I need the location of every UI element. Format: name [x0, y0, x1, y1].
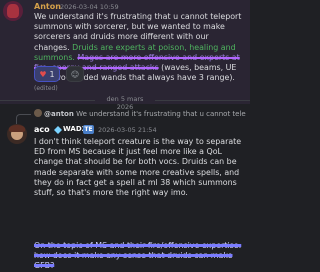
message-text: We understand it's frustrating that u ca…: [34, 12, 246, 95]
reply-connector: [16, 114, 31, 124]
date-divider: den 5 mars 2026: [0, 95, 250, 111]
edited-label: (edited): [34, 85, 58, 93]
reaction-count: 1: [49, 69, 55, 79]
avatar-anton[interactable]: [3, 1, 23, 21]
avatar-aco[interactable]: [7, 124, 27, 144]
heart-icon: ♥: [39, 69, 47, 79]
reaction-heart[interactable]: ♥ 1: [34, 66, 60, 82]
reply-author: @anton: [44, 110, 74, 118]
avatar-shape: [7, 4, 19, 18]
author-name[interactable]: Anton: [34, 2, 61, 11]
author-name[interactable]: aco: [34, 125, 50, 134]
add-reaction-icon: ☺: [70, 69, 80, 79]
message-timestamp: 2026-03-05 21:54: [98, 126, 157, 134]
message-text-struck: On the topic of MS and their fire/offens…: [34, 241, 242, 271]
message-text: I don't think teleport creature is the w…: [34, 137, 242, 198]
message-timestamp: 2026-03-04 10:59: [60, 3, 119, 11]
avatar-hair: [9, 125, 25, 132]
role-tag[interactable]: TE: [83, 125, 94, 134]
add-reaction-button[interactable]: ☺: [66, 66, 84, 82]
clan-badge-icon: [54, 126, 62, 134]
reply-preview[interactable]: @anton We understand it's frustrating th…: [34, 109, 246, 121]
divider-line: [0, 100, 95, 101]
reply-avatar: [34, 109, 42, 117]
reply-text: We understand it's frustrating that u ca…: [76, 110, 246, 118]
divider-line: [155, 100, 250, 101]
